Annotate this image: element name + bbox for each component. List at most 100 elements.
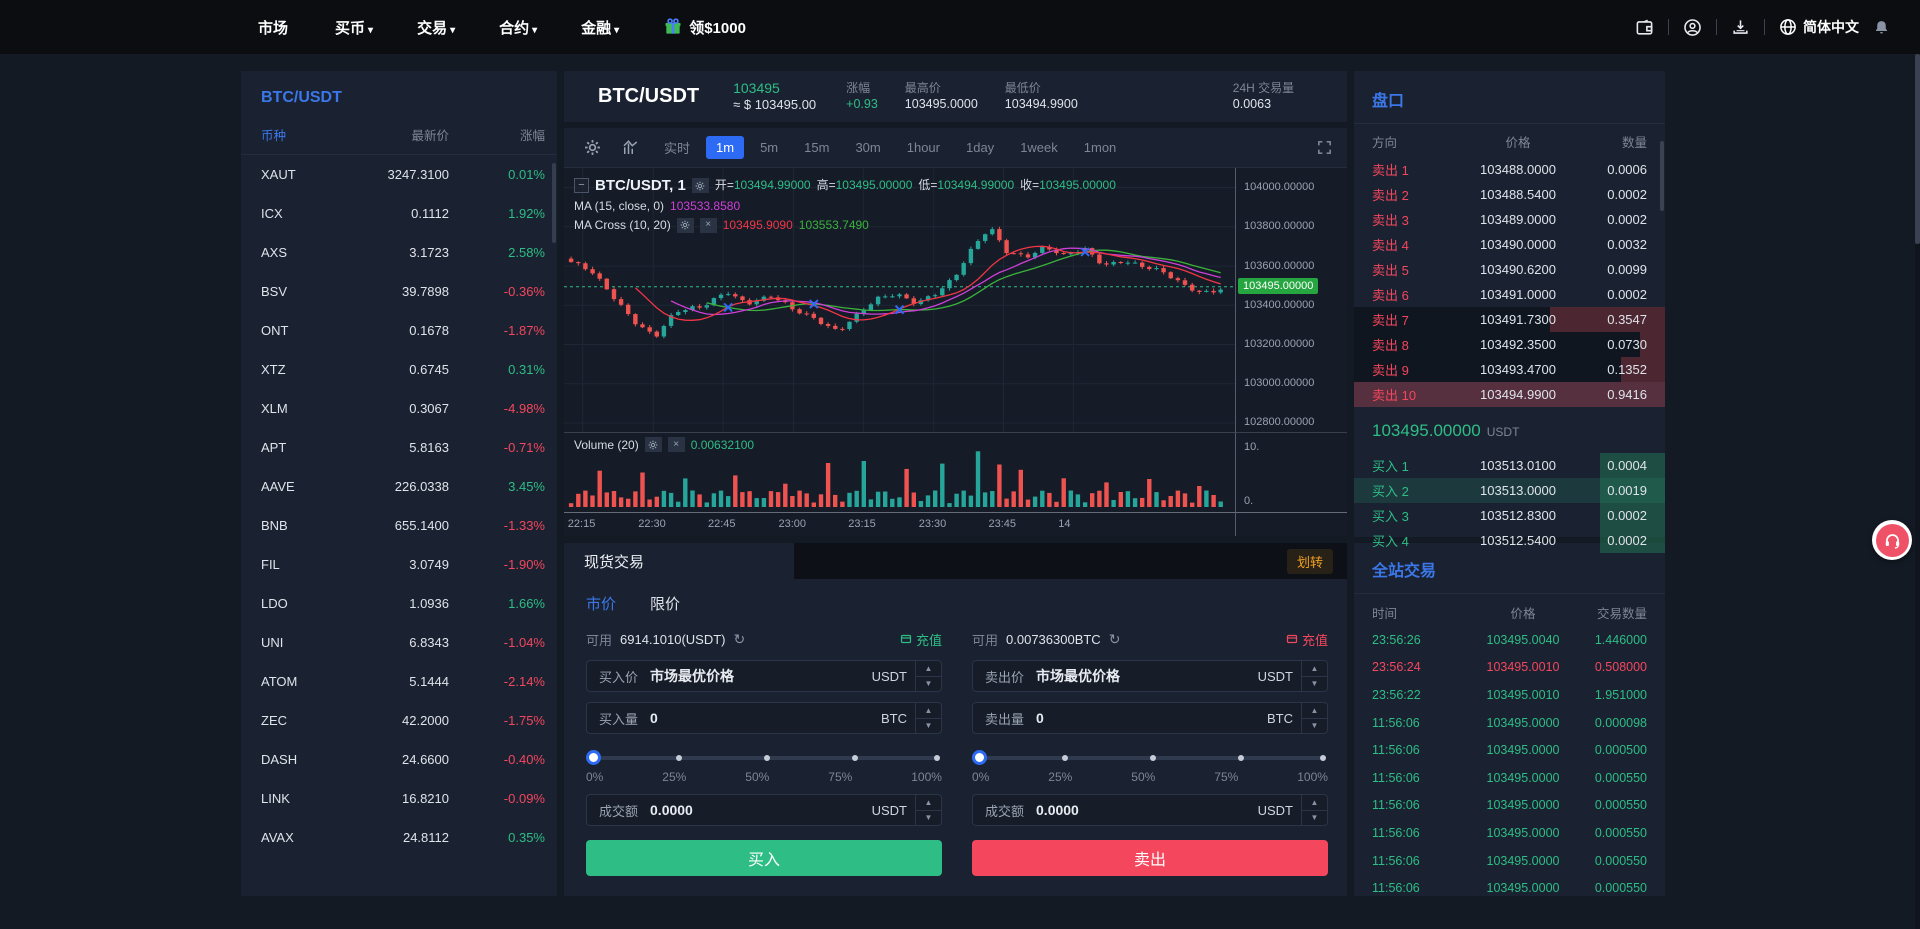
interval-button[interactable]: 1hour — [897, 136, 950, 159]
account-icon[interactable] — [1683, 18, 1702, 37]
watchlist-row[interactable]: AVAX 24.8112 0.35% — [241, 818, 557, 857]
watchlist-row[interactable]: LDO 1.0936 1.66% — [241, 584, 557, 623]
ask-row[interactable]: 卖出 1 103488.0000 0.0006 — [1354, 157, 1665, 182]
volume-settings-gear-icon[interactable] — [645, 437, 662, 452]
nav-menu-item[interactable]: 金融▾ — [581, 17, 619, 38]
watchlist-row[interactable]: BSV 39.7898 -0.36% — [241, 272, 557, 311]
column-change[interactable]: 涨幅 — [449, 125, 545, 144]
nav-menu-item[interactable]: 市场 — [258, 17, 291, 38]
watchlist-row[interactable]: XAUT 3247.3100 0.01% — [241, 155, 557, 194]
fullscreen-icon[interactable] — [1316, 139, 1333, 157]
indicators-icon[interactable] — [616, 135, 644, 161]
price-pane[interactable]: − BTC/USDT, 1 开=103494.99000 高=103495.00… — [564, 168, 1235, 432]
watchlist-row[interactable]: LINK 16.8210 -0.09% — [241, 779, 557, 818]
step-up[interactable]: ▲ — [916, 661, 941, 677]
price-axis[interactable]: 104000.00000103800.00000103600.000001034… — [1235, 168, 1347, 432]
ask-row[interactable]: 卖出 6 103491.0000 0.0002 — [1354, 282, 1665, 307]
language-selector[interactable]: 简体中文 — [1779, 17, 1859, 37]
buy-amount-input[interactable]: 买入量 0 BTC ▲▼ — [586, 702, 942, 734]
ask-row[interactable]: 卖出 9 103493.4700 0.1352 — [1354, 357, 1665, 382]
slider-percent-label[interactable]: 25% — [1048, 770, 1072, 784]
notifications-bell-icon[interactable] — [1873, 19, 1890, 36]
slider-percent-label[interactable]: 0% — [972, 770, 989, 784]
bid-row[interactable]: 买入 3 103512.8300 0.0002 — [1354, 503, 1665, 528]
watchlist-row[interactable]: AAVE 226.0338 3.45% — [241, 467, 557, 506]
buy-recharge-link[interactable]: 充值 — [900, 630, 942, 649]
interval-button[interactable]: 1m — [706, 136, 744, 159]
watchlist-scrollbar[interactable] — [552, 163, 556, 243]
step-down[interactable]: ▼ — [916, 811, 941, 826]
step-up[interactable]: ▲ — [1302, 703, 1327, 719]
interval-button[interactable]: 5m — [750, 136, 788, 159]
slider-percent-label[interactable]: 100% — [1297, 770, 1328, 784]
step-down[interactable]: ▼ — [1302, 719, 1327, 734]
step-down[interactable]: ▼ — [916, 719, 941, 734]
watchlist-pair-title[interactable]: BTC/USDT — [241, 71, 557, 121]
step-down[interactable]: ▼ — [916, 677, 941, 692]
step-down[interactable]: ▼ — [1302, 677, 1327, 692]
slider-percent-label[interactable]: 0% — [586, 770, 603, 784]
chart-settings-gear-icon[interactable] — [578, 135, 606, 161]
interval-button[interactable]: 实时 — [654, 134, 700, 161]
nav-menu-item[interactable]: 合约▾ — [499, 17, 537, 38]
symbol-settings-gear-icon[interactable] — [692, 178, 709, 193]
ask-row[interactable]: 卖出 8 103492.3500 0.0730 — [1354, 332, 1665, 357]
slider-percent-label[interactable]: 50% — [1131, 770, 1155, 784]
nav-menu-item[interactable]: 买币▾ — [335, 17, 373, 38]
order-type-tab[interactable]: 限价 — [650, 593, 680, 614]
customer-service-button[interactable] — [1872, 520, 1912, 560]
buy-total-input[interactable]: 成交额 0.0000 USDT ▲▼ — [586, 794, 942, 826]
slider-percent-label[interactable]: 75% — [828, 770, 852, 784]
interval-button[interactable]: 1day — [956, 136, 1004, 159]
watchlist-row[interactable]: XLM 0.3067 -4.98% — [241, 389, 557, 428]
bid-row[interactable]: 买入 1 103513.0100 0.0004 — [1354, 453, 1665, 478]
order-book-scrollbar[interactable] — [1660, 141, 1664, 211]
step-down[interactable]: ▼ — [1302, 811, 1327, 826]
nav-menu-item[interactable]: 交易▾ — [417, 17, 455, 38]
transfer-button[interactable]: 划转 — [1287, 549, 1333, 574]
watchlist-row[interactable]: UNI 6.8343 -1.04% — [241, 623, 557, 662]
ask-row[interactable]: 卖出 2 103488.5400 0.0002 — [1354, 182, 1665, 207]
sell-percent-slider[interactable] — [974, 750, 1326, 764]
sell-recharge-link[interactable]: 充值 — [1286, 630, 1328, 649]
ma-cross-remove-icon[interactable]: × — [700, 218, 717, 233]
time-axis[interactable]: 22:1522:3022:4523:0023:1523:3023:4514 — [564, 512, 1235, 536]
watchlist-row[interactable]: DASH 24.6600 -0.40% — [241, 740, 557, 779]
bid-row[interactable]: 买入 2 103513.0000 0.0019 — [1354, 478, 1665, 503]
page-scrollbar[interactable] — [1915, 54, 1920, 929]
slider-percent-label[interactable]: 50% — [745, 770, 769, 784]
watchlist-row[interactable]: FIL 3.0749 -1.90% — [241, 545, 557, 584]
slider-percent-label[interactable]: 25% — [662, 770, 686, 784]
slider-percent-label[interactable]: 75% — [1214, 770, 1238, 784]
step-up[interactable]: ▲ — [1302, 795, 1327, 811]
ask-row[interactable]: 卖出 10 103494.9900 0.9416 — [1354, 382, 1665, 407]
ma-cross-settings-gear-icon[interactable] — [677, 218, 694, 233]
watchlist-row[interactable]: ONT 0.1678 -1.87% — [241, 311, 557, 350]
volume-remove-icon[interactable]: × — [668, 437, 685, 452]
buy-percent-slider[interactable] — [588, 750, 940, 764]
download-app-icon[interactable] — [1731, 18, 1750, 37]
buy-price-input[interactable]: 买入价 市场最优价格 USDT ▲▼ — [586, 660, 942, 692]
column-last-price[interactable]: 最新价 — [357, 125, 449, 144]
watchlist-row[interactable]: BNB 655.1400 -1.33% — [241, 506, 557, 545]
sell-button[interactable]: 卖出 — [972, 840, 1328, 876]
volume-axis[interactable]: 10.0. — [1235, 432, 1347, 512]
interval-button[interactable]: 15m — [794, 136, 839, 159]
volume-pane[interactable]: Volume (20) × 0.00632100 — [564, 432, 1235, 512]
interval-button[interactable]: 1week — [1010, 136, 1068, 159]
watchlist-row[interactable]: APT 5.8163 -0.71% — [241, 428, 557, 467]
buy-button[interactable]: 买入 — [586, 840, 942, 876]
sell-price-input[interactable]: 卖出价 市场最优价格 USDT ▲▼ — [972, 660, 1328, 692]
watchlist-row[interactable]: ATOM 5.1444 -2.14% — [241, 662, 557, 701]
slider-percent-label[interactable]: 100% — [911, 770, 942, 784]
watchlist-row[interactable]: ICX 0.1112 1.92% — [241, 194, 557, 233]
promo-bonus-button[interactable]: 领$1000 — [663, 17, 746, 38]
slider-handle[interactable] — [586, 750, 601, 765]
slider-handle[interactable] — [972, 750, 987, 765]
sell-amount-input[interactable]: 卖出量 0 BTC ▲▼ — [972, 702, 1328, 734]
watchlist-row[interactable]: XTZ 0.6745 0.31% — [241, 350, 557, 389]
interval-button[interactable]: 1mon — [1074, 136, 1127, 159]
column-symbol[interactable]: 币种 — [261, 125, 357, 144]
ask-row[interactable]: 卖出 3 103489.0000 0.0002 — [1354, 207, 1665, 232]
order-type-tab[interactable]: 市价 — [586, 593, 616, 614]
